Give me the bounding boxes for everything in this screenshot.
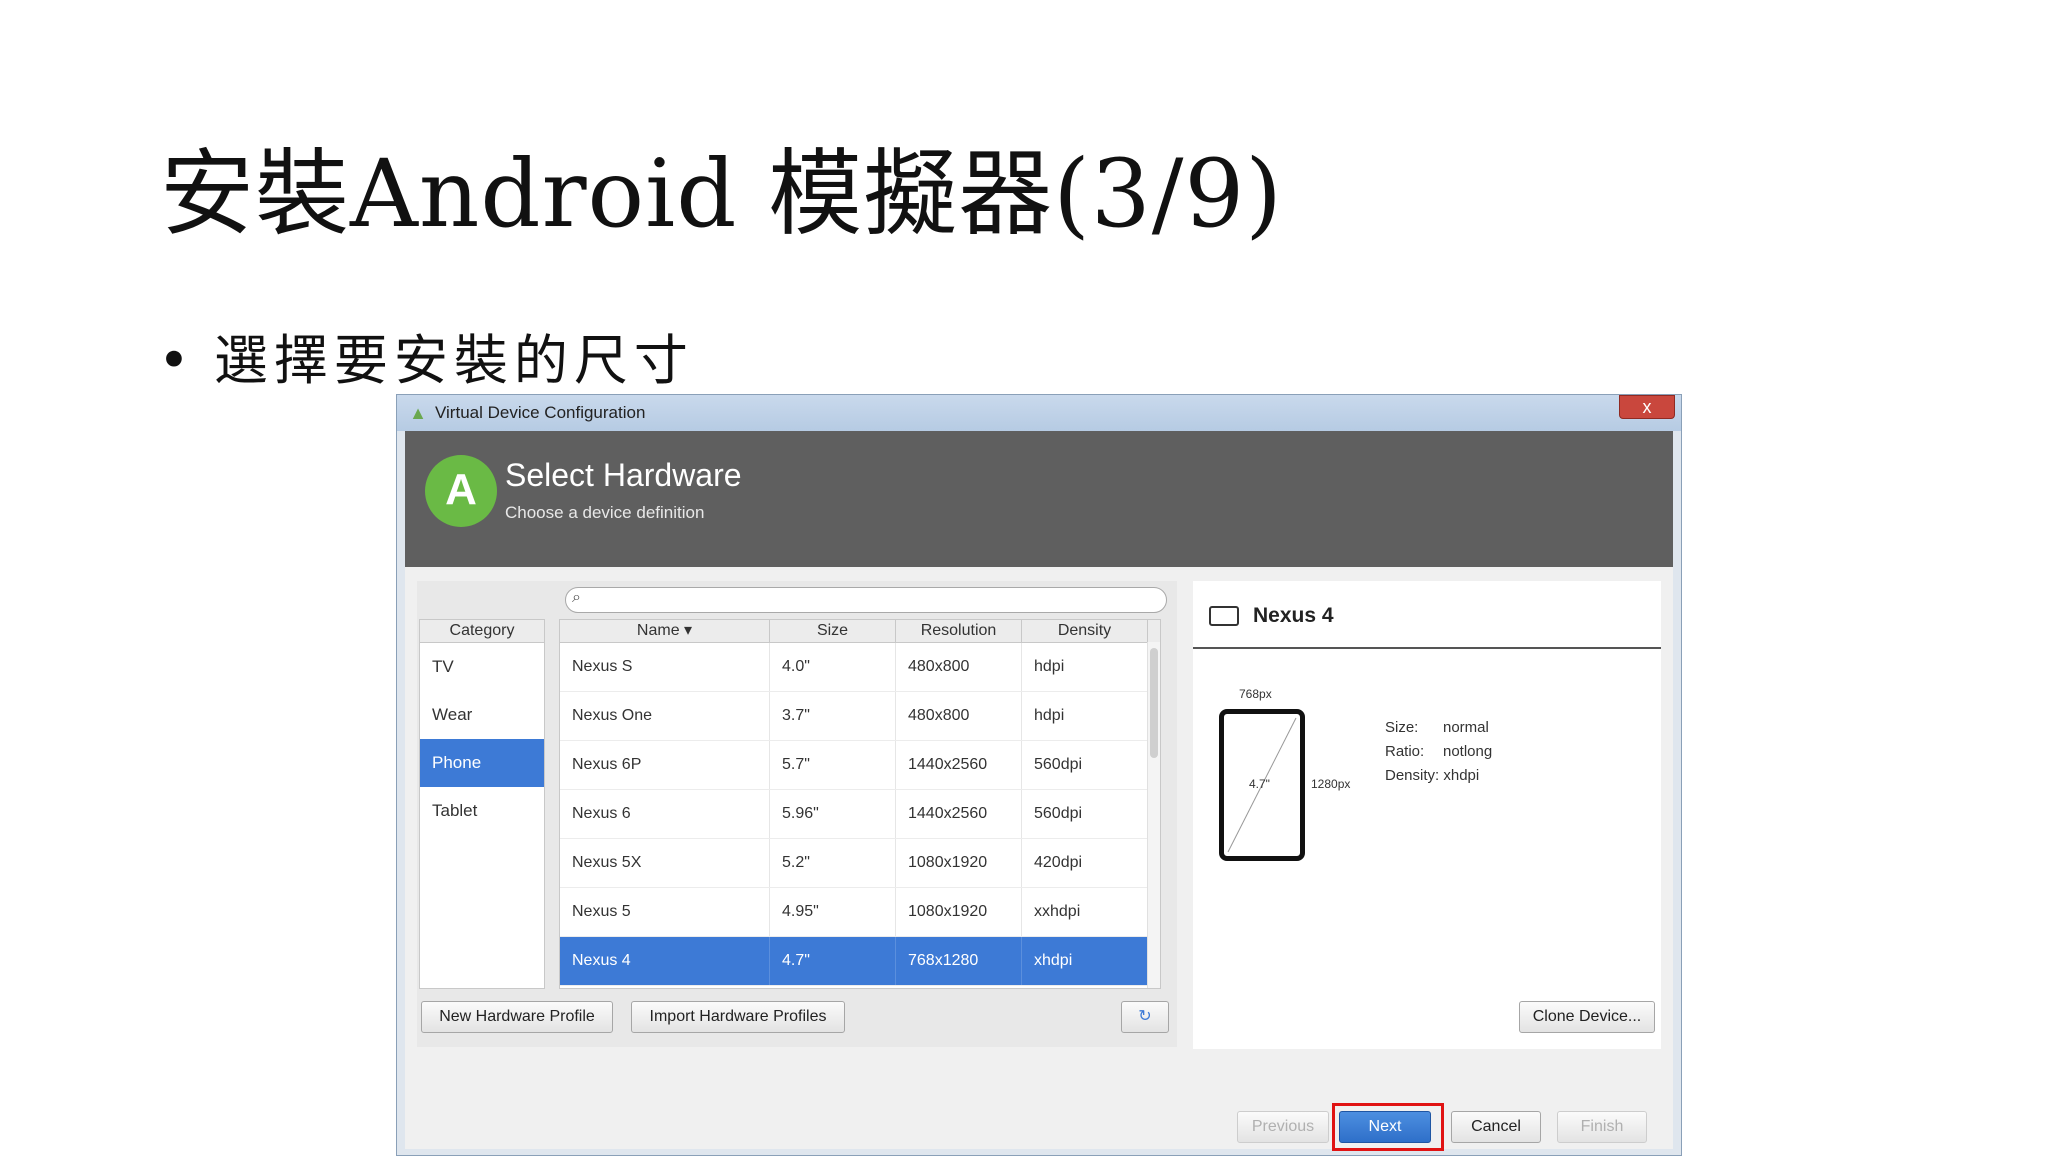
cell-resolution: 1080x1920 bbox=[896, 839, 1022, 887]
cell-size: 4.0" bbox=[770, 643, 896, 691]
cell-density: hdpi bbox=[1022, 692, 1148, 740]
column-header-size[interactable]: Size bbox=[770, 620, 896, 642]
cell-density: 560dpi bbox=[1022, 790, 1148, 838]
device-selection-panel: ⌕ Category TV Wear Phone Tablet Name ▾ S… bbox=[417, 581, 1177, 1047]
window-titlebar: ▲ Virtual Device Configuration x bbox=[397, 395, 1681, 431]
column-header-density[interactable]: Density bbox=[1022, 620, 1148, 642]
cell-density: 560dpi bbox=[1022, 741, 1148, 789]
cell-resolution: 1440x2560 bbox=[896, 741, 1022, 789]
preview-device-name: Nexus 4 bbox=[1253, 604, 1334, 627]
refresh-icon: ↻ bbox=[1138, 1008, 1152, 1025]
new-hardware-profile-button[interactable]: New Hardware Profile bbox=[421, 1001, 613, 1033]
cell-name: Nexus 5X bbox=[560, 839, 770, 887]
table-row[interactable]: Nexus S 4.0" 480x800 hdpi bbox=[560, 643, 1160, 692]
device-preview-panel: Nexus 4 768px 4.7" 1280px Size: normal Ra… bbox=[1193, 581, 1661, 1049]
spec-size: Size: normal bbox=[1385, 719, 1489, 736]
cell-resolution: 768x1280 bbox=[896, 937, 1022, 985]
table-row-selected[interactable]: Nexus 4 4.7" 768x1280 xhdpi bbox=[560, 937, 1160, 986]
cell-size: 3.7" bbox=[770, 692, 896, 740]
device-frame-icon bbox=[1209, 606, 1239, 626]
table-row[interactable]: Nexus 6P 5.7" 1440x2560 560dpi bbox=[560, 741, 1160, 790]
cell-density: xhdpi bbox=[1022, 937, 1148, 985]
cell-size: 4.95" bbox=[770, 888, 896, 936]
spec-ratio: Ratio: notlong bbox=[1385, 743, 1492, 760]
cell-density: hdpi bbox=[1022, 643, 1148, 691]
spec-ratio-key: Ratio: bbox=[1385, 743, 1425, 760]
cell-resolution: 480x800 bbox=[896, 692, 1022, 740]
search-input[interactable]: ⌕ bbox=[565, 587, 1167, 613]
cell-name: Nexus One bbox=[560, 692, 770, 740]
previous-button[interactable]: Previous bbox=[1237, 1111, 1329, 1143]
cell-name: Nexus 6 bbox=[560, 790, 770, 838]
preview-diagonal-label: 4.7" bbox=[1249, 777, 1270, 791]
android-logo-icon: A bbox=[425, 455, 497, 527]
spec-density-key: Density: bbox=[1385, 767, 1440, 784]
wizard-content: ⌕ Category TV Wear Phone Tablet Name ▾ S… bbox=[405, 567, 1673, 1149]
preview-divider bbox=[1193, 647, 1661, 649]
cell-name: Nexus 4 bbox=[560, 937, 770, 985]
spec-ratio-value: notlong bbox=[1443, 743, 1493, 760]
device-table: Name ▾ Size Resolution Density Nexus S 4… bbox=[559, 619, 1161, 989]
bullet-point: • 選擇要安裝的尺寸 bbox=[158, 316, 694, 395]
preview-height-label: 1280px bbox=[1311, 777, 1351, 791]
table-header: Name ▾ Size Resolution Density bbox=[560, 620, 1160, 643]
table-scrollbar[interactable] bbox=[1147, 642, 1160, 988]
category-item-tablet[interactable]: Tablet bbox=[420, 787, 544, 835]
bullet-text: 選擇要安裝的尺寸 bbox=[213, 329, 694, 392]
cell-resolution: 1080x1920 bbox=[896, 888, 1022, 936]
category-item-tv[interactable]: TV bbox=[420, 643, 544, 691]
cell-name: Nexus 6P bbox=[560, 741, 770, 789]
cell-size: 5.96" bbox=[770, 790, 896, 838]
cell-density: xxhdpi bbox=[1022, 888, 1148, 936]
spec-density: Density: xhdpi bbox=[1385, 767, 1479, 784]
refresh-button[interactable]: ↻ bbox=[1121, 1001, 1169, 1033]
table-row[interactable]: Nexus One 3.7" 480x800 hdpi bbox=[560, 692, 1160, 741]
wizard-header: A Select Hardware Choose a device defini… bbox=[405, 431, 1673, 567]
bullet-marker: • bbox=[158, 329, 196, 392]
category-item-wear[interactable]: Wear bbox=[420, 691, 544, 739]
cancel-button[interactable]: Cancel bbox=[1451, 1111, 1541, 1143]
cell-density: 420dpi bbox=[1022, 839, 1148, 887]
preview-width-label: 768px bbox=[1239, 687, 1272, 701]
column-header-resolution[interactable]: Resolution bbox=[896, 620, 1022, 642]
window-title: Virtual Device Configuration bbox=[435, 403, 646, 422]
column-header-name[interactable]: Name ▾ bbox=[560, 620, 770, 642]
category-item-phone[interactable]: Phone bbox=[420, 739, 544, 787]
cell-name: Nexus S bbox=[560, 643, 770, 691]
spec-size-key: Size: bbox=[1385, 719, 1419, 736]
wizard-subtitle: Choose a device definition bbox=[505, 503, 705, 522]
search-icon: ⌕ bbox=[572, 589, 581, 606]
android-studio-icon: ▲ bbox=[409, 403, 427, 423]
next-highlight-box bbox=[1332, 1103, 1444, 1151]
spec-density-value: xhdpi bbox=[1443, 767, 1480, 784]
scrollbar-thumb[interactable] bbox=[1150, 648, 1158, 758]
clone-device-button[interactable]: Clone Device... bbox=[1519, 1001, 1655, 1033]
category-list: Category TV Wear Phone Tablet bbox=[419, 619, 545, 989]
finish-button[interactable]: Finish bbox=[1557, 1111, 1647, 1143]
cell-resolution: 480x800 bbox=[896, 643, 1022, 691]
slide-title: 安裝Android 模擬器(3/9) bbox=[160, 140, 1283, 249]
table-row[interactable]: Nexus 5X 5.2" 1080x1920 420dpi bbox=[560, 839, 1160, 888]
spec-size-value: normal bbox=[1443, 719, 1489, 736]
cell-size: 4.7" bbox=[770, 937, 896, 985]
preview-header: Nexus 4 bbox=[1209, 599, 1334, 633]
table-row[interactable]: Nexus 5 4.95" 1080x1920 xxhdpi bbox=[560, 888, 1160, 937]
virtual-device-configuration-window: ▲ Virtual Device Configuration x A Selec… bbox=[396, 394, 1682, 1156]
import-hardware-profiles-button[interactable]: Import Hardware Profiles bbox=[631, 1001, 845, 1033]
table-row[interactable]: Nexus 6 5.96" 1440x2560 560dpi bbox=[560, 790, 1160, 839]
category-header: Category bbox=[420, 620, 544, 643]
cell-resolution: 1440x2560 bbox=[896, 790, 1022, 838]
cell-size: 5.7" bbox=[770, 741, 896, 789]
wizard-title: Select Hardware bbox=[505, 457, 742, 493]
cell-size: 5.2" bbox=[770, 839, 896, 887]
close-button[interactable]: x bbox=[1619, 395, 1675, 419]
cell-name: Nexus 5 bbox=[560, 888, 770, 936]
